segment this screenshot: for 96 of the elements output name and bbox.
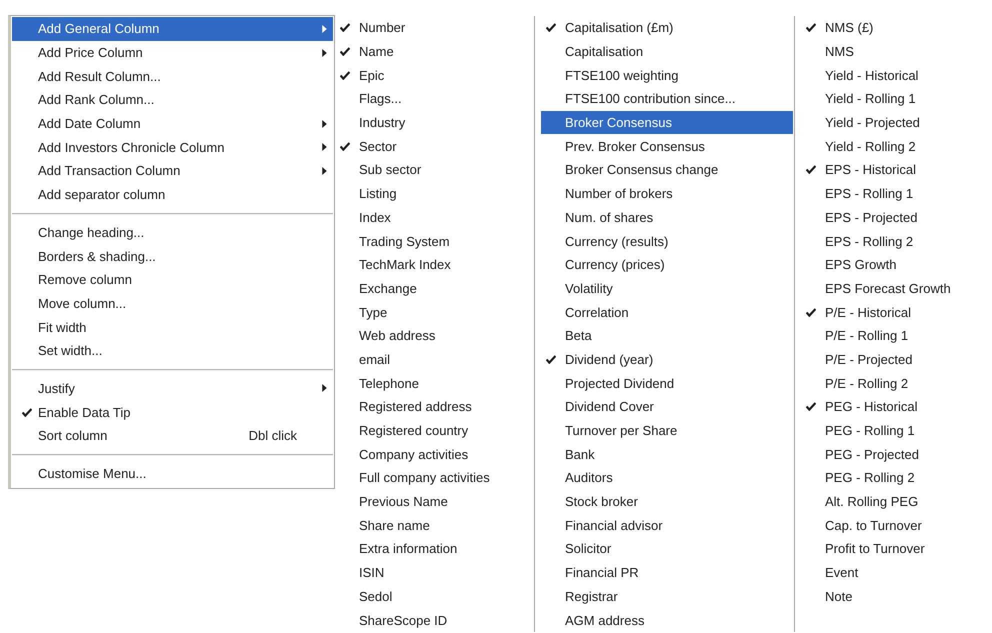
menu-item[interactable]: TechMark Index (335, 252, 533, 277)
menu-item[interactable]: Add General Column (12, 17, 333, 41)
menu-item[interactable]: Dividend (year) (541, 348, 793, 372)
menu-item[interactable]: FTSE100 weighting (541, 63, 793, 88)
menu-item[interactable]: P/E - Historical (801, 300, 991, 324)
menu-item[interactable]: AGM address (541, 608, 793, 632)
menu-item[interactable]: Prev. Broker Consensus (541, 134, 793, 158)
menu-item[interactable]: Capitalisation (£m) (541, 16, 793, 40)
menu-item[interactable]: Add Investors Chronicle Column (12, 135, 333, 160)
menu-item[interactable]: Yield - Rolling 2 (801, 134, 991, 158)
menu-item[interactable]: Volatility (541, 276, 793, 300)
menu-item[interactable]: Move column... (12, 292, 333, 316)
menu-item[interactable]: Exchange (335, 276, 533, 300)
menu-item[interactable]: Sub sector (335, 158, 533, 182)
menu-item[interactable]: Capitalisation (541, 40, 793, 64)
menu-item[interactable]: Registered address (335, 395, 533, 419)
menu-item[interactable]: Registered country (335, 418, 533, 442)
menu-item[interactable]: Justify (12, 376, 333, 400)
menu-item[interactable]: P/E - Rolling 2 (801, 371, 991, 395)
menu-item[interactable]: Sedol (335, 584, 533, 608)
menu-item[interactable]: EPS - Rolling 1 (801, 182, 991, 206)
menu-item[interactable]: P/E - Rolling 1 (801, 324, 991, 348)
menu-item[interactable]: Stock broker (541, 490, 793, 514)
menu-item[interactable]: Enable Data Tip (12, 400, 333, 424)
menu-item[interactable]: Add Price Column (12, 40, 333, 64)
menu-item[interactable]: Sort column Dbl click (12, 424, 333, 448)
menu-item[interactable]: Add separator column (12, 182, 333, 206)
menu-item[interactable]: Correlation (541, 300, 793, 324)
menu-item[interactable]: EPS Forecast Growth (801, 276, 991, 300)
menu-item[interactable]: EPS Growth (801, 252, 991, 277)
shortcut-label: Dbl click (248, 428, 297, 444)
menu-item[interactable]: Alt. Rolling PEG (801, 490, 991, 514)
menu-item[interactable]: Event (801, 560, 991, 584)
menu-item[interactable]: Remove column (12, 268, 333, 292)
menu-item[interactable]: Number of brokers (541, 182, 793, 206)
menu-item[interactable]: Borders & shading... (12, 244, 333, 268)
menu-item[interactable]: ISIN (335, 560, 533, 584)
menu-item[interactable]: EPS - Projected (801, 206, 991, 230)
menu-item[interactable]: Add Date Column (12, 112, 333, 136)
menu-item[interactable]: Extra information (335, 537, 533, 561)
menu-item[interactable]: Sector (335, 134, 533, 158)
menu-item[interactable]: Share name (335, 513, 533, 538)
menu-item[interactable]: PEG - Rolling 1 (801, 418, 991, 442)
menu-item[interactable]: Note (801, 584, 991, 608)
menu-item[interactable]: Set width... (12, 338, 333, 363)
menu-item[interactable]: Beta (541, 324, 793, 348)
menu-item[interactable]: Epic (335, 63, 533, 88)
menu-item[interactable]: Broker Consensus change (541, 158, 793, 182)
menu-item[interactable]: ShareScope ID (335, 608, 533, 632)
menu-item[interactable]: PEG - Projected (801, 442, 991, 466)
menu-item[interactable]: Bank (541, 442, 793, 466)
menu-item[interactable]: PEG - Historical (801, 395, 991, 419)
menu-item[interactable]: Name (335, 40, 533, 64)
menu-item[interactable]: Index (335, 206, 533, 230)
menu-item[interactable]: Web address (335, 324, 533, 348)
menu-item[interactable]: Telephone (335, 371, 533, 395)
menu-item[interactable]: Type (335, 300, 533, 324)
menu-item[interactable]: Registrar (541, 584, 793, 608)
menu-item[interactable]: Number (335, 16, 533, 40)
menu-item[interactable]: Cap. to Turnover (801, 513, 991, 538)
menu-item[interactable]: Auditors (541, 466, 793, 490)
menu-item[interactable]: Yield - Rolling 1 (801, 87, 991, 111)
menu-item[interactable]: FTSE100 contribution since... (541, 87, 793, 111)
menu-item[interactable]: Profit to Turnover (801, 537, 991, 561)
menu-item[interactable]: Currency (prices) (541, 252, 793, 277)
menu-item[interactable]: EPS - Rolling 2 (801, 229, 991, 253)
menu-item[interactable]: Company activities (335, 442, 533, 466)
menu-item[interactable]: Dividend Cover (541, 395, 793, 419)
menu-item[interactable]: P/E - Projected (801, 348, 991, 372)
menu-item[interactable]: Yield - Historical (801, 63, 991, 88)
menu-item[interactable]: email (335, 348, 533, 372)
menu-item[interactable]: NMS (£) (801, 16, 991, 40)
menu-item[interactable]: Currency (results) (541, 229, 793, 253)
menu-item[interactable]: PEG - Rolling 2 (801, 466, 991, 490)
menu-item[interactable]: Num. of shares (541, 206, 793, 230)
menu-item[interactable]: Turnover per Share (541, 418, 793, 442)
menu-item[interactable]: Customise Menu... (12, 462, 333, 486)
menu-item[interactable]: Financial advisor (541, 513, 793, 538)
menu-item[interactable]: Add Result Column... (12, 64, 333, 88)
menu-item[interactable]: Fit width (12, 315, 333, 339)
menu-item[interactable]: Broker Consensus (541, 110, 793, 134)
menu-item[interactable]: Trading System (335, 229, 533, 253)
menu-item[interactable]: Projected Dividend (541, 371, 793, 395)
menu-item[interactable]: Flags... (335, 87, 533, 111)
menu-item[interactable]: Solicitor (541, 537, 793, 561)
menu-item[interactable]: Change heading... (12, 220, 333, 244)
menu-item[interactable]: Yield - Projected (801, 110, 991, 134)
menu-item[interactable]: Add Transaction Column (12, 159, 333, 183)
menu-item[interactable]: Add Rank Column... (12, 88, 333, 112)
menu-item[interactable]: EPS - Historical (801, 158, 991, 182)
menu-item[interactable]: Full company activities (335, 466, 533, 490)
menu-item[interactable]: Previous Name (335, 490, 533, 514)
menu-item[interactable]: Industry (335, 110, 533, 134)
menu-item[interactable]: Financial PR (541, 560, 793, 584)
menu-item[interactable]: Listing (335, 182, 533, 206)
menu-item[interactable]: NMS (801, 40, 991, 64)
